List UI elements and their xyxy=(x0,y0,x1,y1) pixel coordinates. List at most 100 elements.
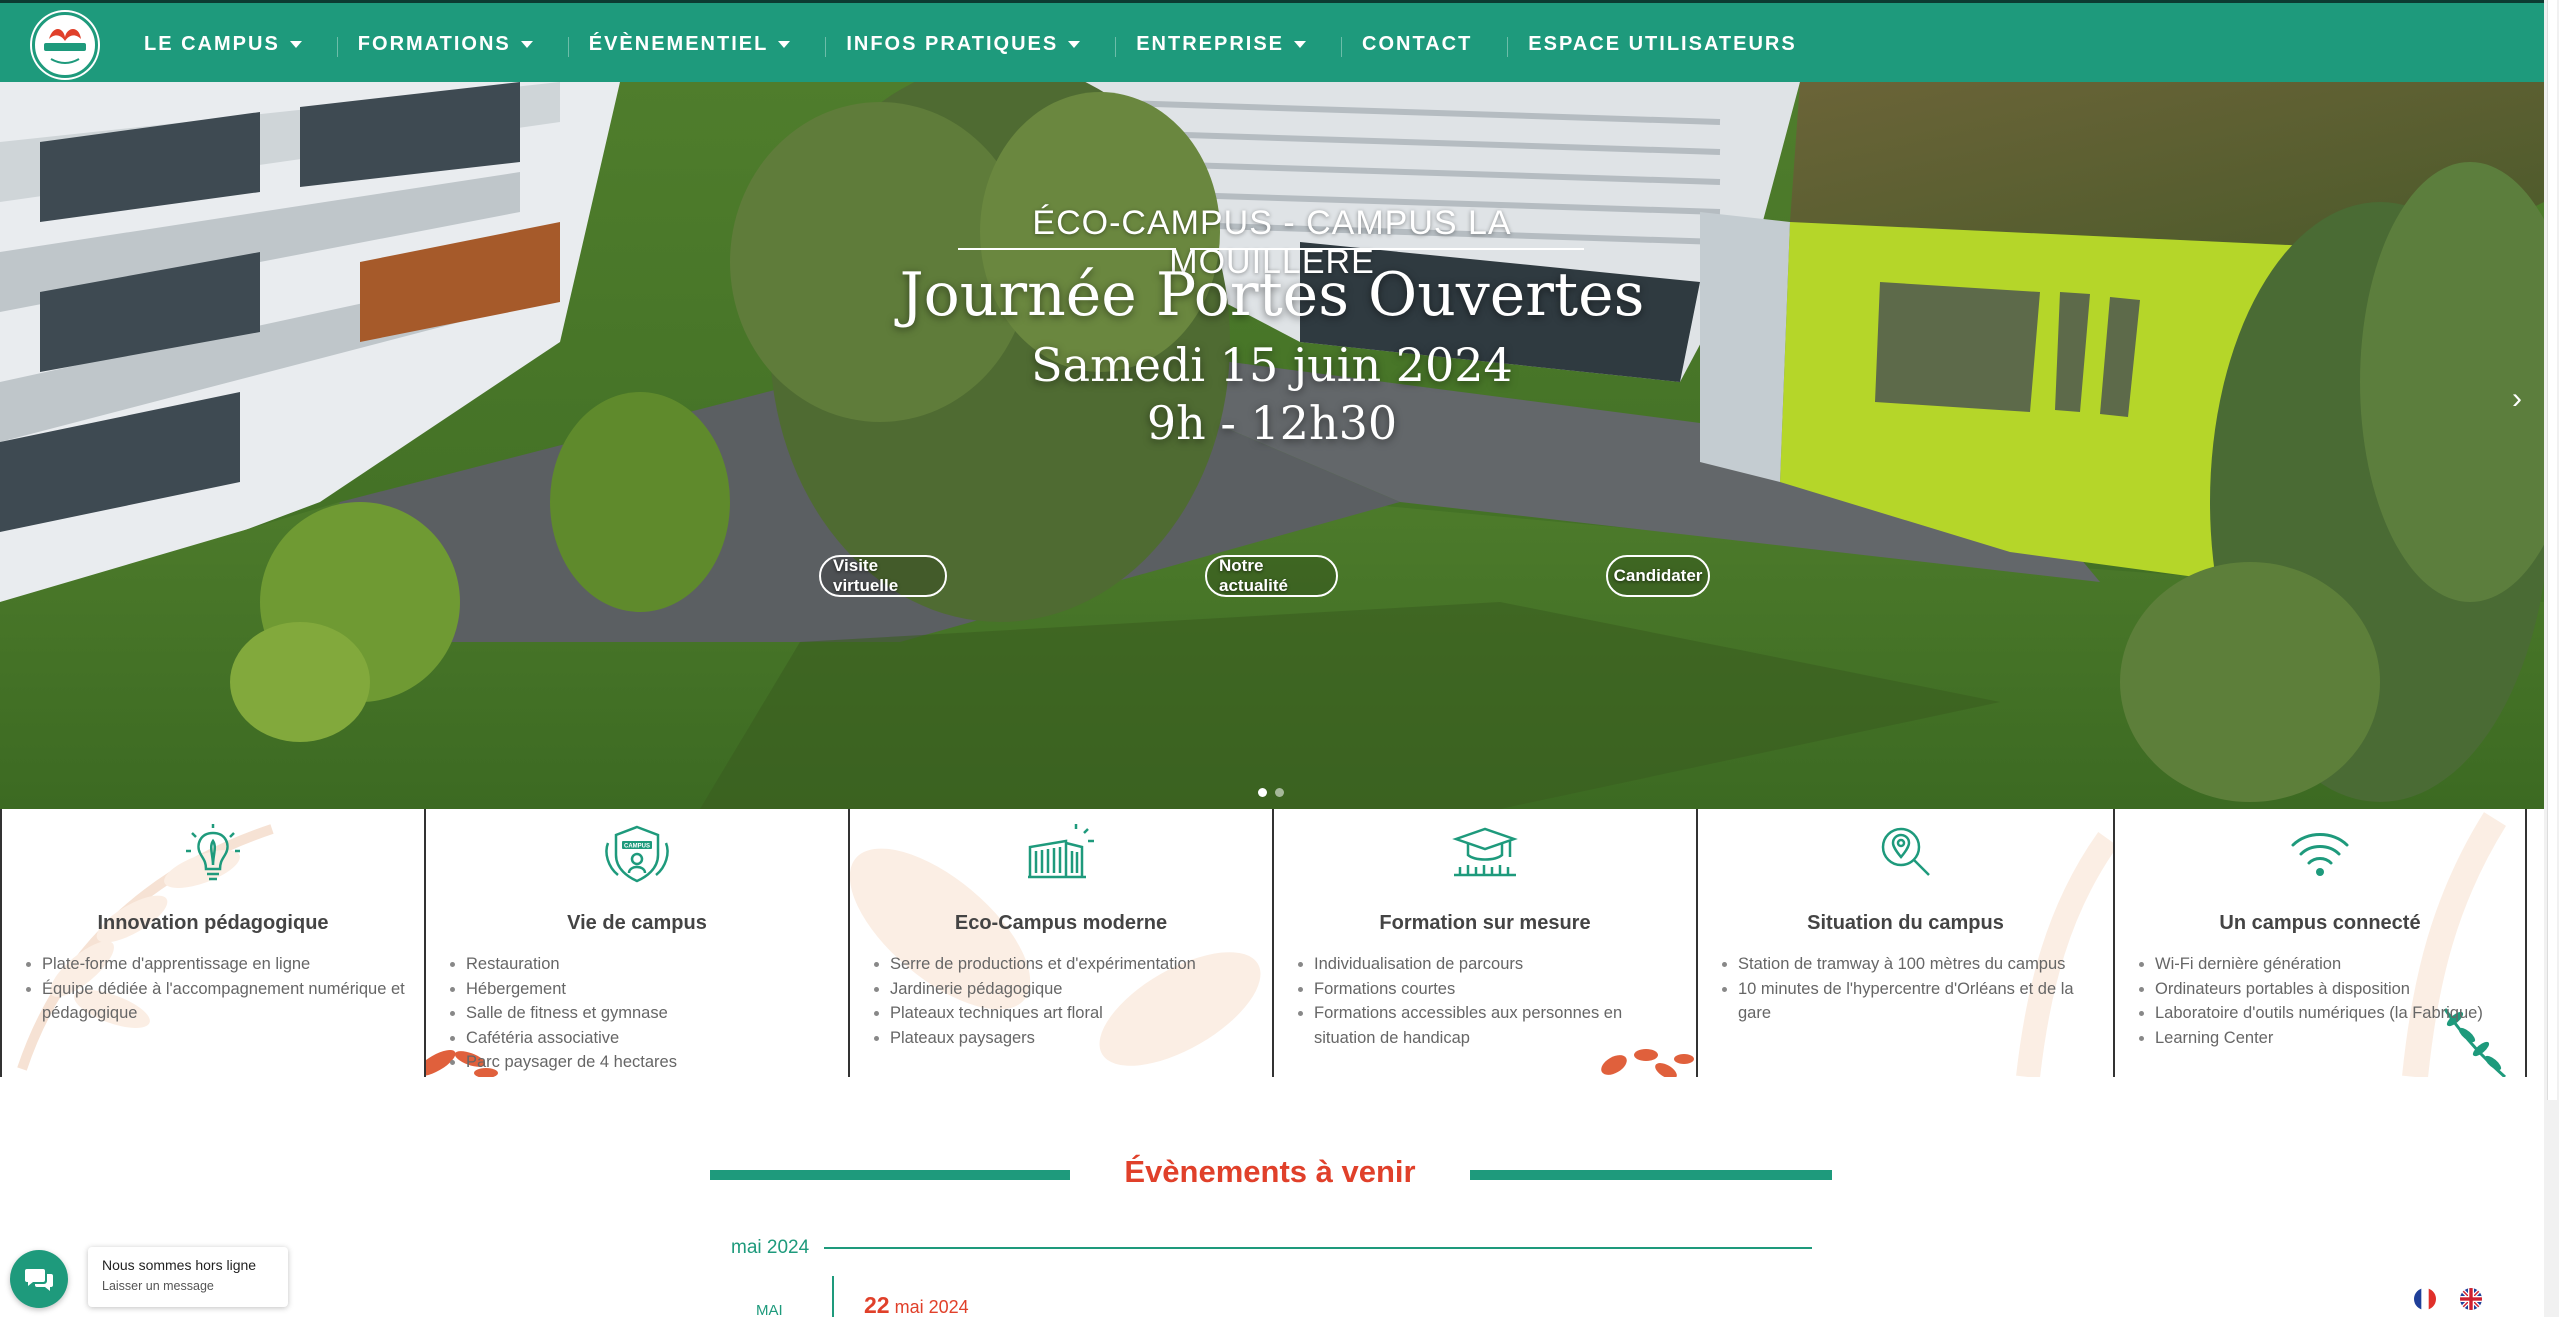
feature-title: Eco-Campus moderne xyxy=(954,912,1168,934)
map-search-icon xyxy=(1881,827,1930,876)
feature-list: Serre de productions et d'expérimentatio… xyxy=(872,952,1258,1050)
nav-formations[interactable]: FORMATIONS xyxy=(336,32,553,57)
hero-time: 9h - 12h30 xyxy=(1146,396,1398,450)
nav-label: ENTREPRISE xyxy=(1136,32,1285,55)
nav-label: ESPACE UTILISATEURS xyxy=(1528,32,1797,55)
nav-label: FORMATIONS xyxy=(357,32,511,55)
nav-espace-utilisateurs[interactable]: ESPACE UTILISATEURS xyxy=(1507,32,1816,57)
events-heading: Évènements à venir xyxy=(710,1150,1832,1198)
month-label: mai 2024 xyxy=(731,1237,810,1258)
flag-fr-icon[interactable] xyxy=(2414,1288,2436,1310)
heading-bar xyxy=(1470,1170,1832,1180)
chat-button[interactable] xyxy=(10,1250,68,1308)
hero-title: Journée Portes Ouvertes xyxy=(899,260,1645,330)
hero-date: Samedi 15 juin 2024 xyxy=(1031,338,1513,392)
slider-dot[interactable] xyxy=(1258,788,1267,797)
building-icon xyxy=(1028,824,1094,879)
list-item: Formations courtes xyxy=(1314,977,1682,1002)
virtual-tour-button[interactable]: Visite virtuelle xyxy=(819,555,947,597)
chat-title: Nous sommes hors ligne xyxy=(102,1257,257,1273)
list-item: Plateaux paysagers xyxy=(890,1026,1258,1051)
nav-infos-pratiques[interactable]: INFOS PRATIQUES xyxy=(825,32,1100,57)
nav-evenementiel[interactable]: ÉVÈNEMENTIEL xyxy=(567,32,811,57)
list-item: Station de tramway à 100 mètres du campu… xyxy=(1738,952,2099,977)
nav-label: LE CAMPUS xyxy=(144,32,280,55)
scrollbar-thumb[interactable] xyxy=(2547,0,2557,1100)
nav-label: INFOS PRATIQUES xyxy=(846,32,1059,55)
feature-title: Formation sur mesure xyxy=(1379,912,1591,934)
caret-down-icon xyxy=(1294,40,1307,48)
month-divider xyxy=(824,1247,1812,1249)
caret-down-icon xyxy=(520,40,533,48)
wifi-icon xyxy=(2291,833,2349,876)
la-mouillere-logo-icon xyxy=(37,17,93,73)
caret-down-icon xyxy=(289,40,302,48)
list-item: Serre de productions et d'expérimentatio… xyxy=(890,952,1258,977)
list-item: Cafétéria associative xyxy=(466,1026,834,1051)
list-item: Salle de fitness et gymnase xyxy=(466,1001,834,1026)
feature-title: Un campus connecté xyxy=(2219,912,2421,934)
feature-card: Un campus connecté Wi-Fi dernière généra… xyxy=(2115,809,2525,1077)
heading-bar xyxy=(710,1170,1070,1180)
list-item: Formations accessibles aux personnes en … xyxy=(1314,1001,1682,1050)
list-item: Learning Center xyxy=(2155,1026,2511,1051)
next-slide-arrow-icon[interactable]: › xyxy=(2512,382,2522,416)
kicker-underline xyxy=(958,248,1176,250)
list-item: Plateaux techniques art floral xyxy=(890,1001,1258,1026)
list-item: Restauration xyxy=(466,952,834,977)
feature-card: Situation du campus Station de tramway à… xyxy=(1698,809,2115,1077)
graduation-cap-icon xyxy=(1452,827,1518,877)
feature-list: Plate-forme d'apprentissage en ligne Équ… xyxy=(24,952,410,1026)
campus-crest-icon: CAMPUS xyxy=(605,825,669,883)
feature-card: Formation sur mesure Individualisation d… xyxy=(1274,809,1698,1077)
flag-en-icon[interactable] xyxy=(2460,1288,2482,1310)
caret-down-icon xyxy=(778,40,791,48)
hero-slider: ÉCO-CAMPUS - CAMPUS LA MOUILLERE Journée… xyxy=(0,82,2544,809)
list-item: Équipe dédiée à l'accompagnement numériq… xyxy=(42,977,410,1026)
feature-list: Restauration Hébergement Salle de fitnes… xyxy=(448,952,834,1075)
features-row: Innovation pédagogique Plate-forme d'app… xyxy=(0,809,2527,1077)
news-button[interactable]: Notre actualité xyxy=(1205,555,1338,597)
nav-label: ÉVÈNEMENTIEL xyxy=(588,32,769,55)
svg-text:CAMPUS: CAMPUS xyxy=(624,844,650,850)
apply-button[interactable]: Candidater xyxy=(1606,555,1710,597)
feature-card: Eco-Campus moderne Serre de productions … xyxy=(850,809,1274,1077)
slider-dot[interactable] xyxy=(1275,788,1284,797)
events-title: Évènements à venir xyxy=(1124,1154,1416,1189)
site-logo[interactable] xyxy=(32,12,98,78)
feature-list: Station de tramway à 100 mètres du campu… xyxy=(1720,952,2099,1026)
slider-dots xyxy=(1258,788,1284,797)
caret-down-icon xyxy=(1068,40,1081,48)
list-item: Parc paysager de 4 hectares xyxy=(466,1050,834,1075)
feature-list: Individualisation de parcours Formations… xyxy=(1296,952,1682,1050)
feature-title: Situation du campus xyxy=(1807,912,2004,934)
event-month-abbr: MAI xyxy=(756,1302,783,1319)
list-item: Wi-Fi dernière génération xyxy=(2155,952,2511,977)
nav-label: CONTACT xyxy=(1362,32,1473,55)
feature-title: Vie de campus xyxy=(567,912,707,934)
chat-offline-bubble[interactable]: Nous sommes hors ligne Laisser un messag… xyxy=(88,1247,288,1307)
event-day: 22 xyxy=(864,1292,890,1318)
list-item: Individualisation de parcours xyxy=(1314,952,1682,977)
feature-card: Innovation pédagogique Plate-forme d'app… xyxy=(2,809,426,1077)
feature-list: Wi-Fi dernière génération Ordinateurs po… xyxy=(2137,952,2511,1050)
nav-contact[interactable]: CONTACT xyxy=(1341,32,1492,57)
chat-subtitle: Laisser un message xyxy=(102,1279,214,1293)
list-item: Laboratoire d'outils numériques (la Fabr… xyxy=(2155,1001,2511,1026)
list-item: Jardinerie pédagogique xyxy=(890,977,1258,1002)
event-month-year: mai 2024 xyxy=(894,1297,969,1317)
chat-bubbles-icon xyxy=(25,1269,53,1291)
kicker-underline xyxy=(1190,248,1584,250)
list-item: Plate-forme d'apprentissage en ligne xyxy=(42,952,410,977)
nav-entreprise[interactable]: ENTREPRISE xyxy=(1115,32,1326,57)
timeline-line xyxy=(832,1276,834,1317)
list-item: Ordinateurs portables à disposition xyxy=(2155,977,2511,1002)
list-item: 10 minutes de l'hypercentre d'Orléans et… xyxy=(1738,977,2099,1026)
feature-title: Innovation pédagogique xyxy=(97,912,329,934)
top-navbar: LE CAMPUS FORMATIONS ÉVÈNEMENTIEL INFOS … xyxy=(0,0,2544,82)
lightbulb-leaf-icon xyxy=(186,824,240,881)
nav-le-campus[interactable]: LE CAMPUS xyxy=(124,33,322,56)
list-item: Hébergement xyxy=(466,977,834,1002)
feature-card: CAMPUS Vie de campus Restauration Héberg… xyxy=(426,809,850,1077)
event-date[interactable]: 22 mai 2024 xyxy=(864,1292,969,1319)
